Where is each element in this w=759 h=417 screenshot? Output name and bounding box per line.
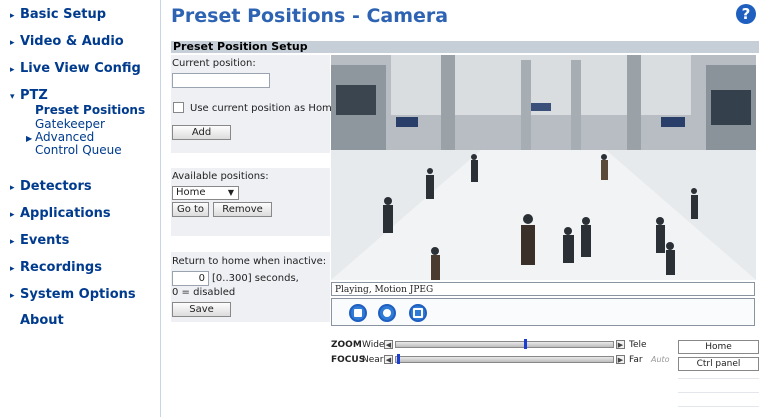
focus-min-label: Near [362,355,384,365]
ctrl-panel-button[interactable]: Ctrl panel [678,357,759,371]
fullscreen-icon[interactable] [409,304,427,322]
nav-preset-positions[interactable]: Preset Positions [35,104,145,117]
nav-live-view-config[interactable]: ▸ Live View Config [10,61,141,76]
chevron-right-icon: ▸ [10,210,15,220]
nav-about[interactable]: About [10,313,64,328]
return-home-input[interactable]: 0 [172,271,209,286]
nav-label: Applications [20,206,111,221]
nav-system-options[interactable]: ▸ System Options [10,287,136,302]
go-to-button[interactable]: Go to [172,202,209,217]
chevron-right-icon: ▸ [10,11,15,21]
chevron-right-icon: ▸ [10,65,15,75]
zoom-slider[interactable] [395,341,614,348]
home-button[interactable]: Home [678,340,759,354]
nav-label: Video & Audio [20,34,124,49]
chevron-down-icon: ▼ [227,188,234,197]
add-button[interactable]: Add [172,125,231,140]
nav-video-audio[interactable]: ▸ Video & Audio [10,34,124,49]
nav-recordings[interactable]: ▸ Recordings [10,260,102,275]
nav-label: Recordings [20,260,102,275]
focus-slider[interactable] [395,356,614,363]
nav-label: PTZ [20,88,48,103]
use-home-label: Use current position as Home [190,103,338,114]
remove-button[interactable]: Remove [213,202,272,217]
nav-label: Basic Setup [20,7,107,22]
return-home-range: [0..300] seconds, [212,273,299,284]
stop-icon[interactable] [349,304,367,322]
nav-label: System Options [20,287,136,302]
zoom-out-icon[interactable]: ◀ [384,340,393,349]
focus-near-icon[interactable]: ◀ [384,355,393,364]
focus-label: FOCUS [331,355,366,365]
video-stream[interactable] [331,55,756,280]
focus-thumb[interactable] [397,354,400,364]
save-button[interactable]: Save [172,302,231,317]
focus-far-icon[interactable]: ▶ [616,355,625,364]
nav-applications[interactable]: ▸ Applications [10,206,111,221]
snapshot-icon[interactable] [378,304,396,322]
chevron-right-icon: ▸ [10,183,15,193]
nav-basic-setup[interactable]: ▸ Basic Setup [10,7,106,22]
nav-label: Detectors [20,179,92,194]
nav-control-queue[interactable]: Control Queue [35,144,122,157]
focus-max-label: Far [629,355,643,365]
sidebar: ▸ Basic Setup ▸ Video & Audio ▸ Live View C… [0,0,161,417]
nav-label: Advanced [35,130,95,144]
nav-detectors[interactable]: ▸ Detectors [10,179,92,194]
nav-ptz[interactable]: ▾ PTZ [10,88,48,103]
zoom-min-label: Wide [362,340,385,350]
focus-auto-label[interactable]: Auto [651,355,670,364]
current-position-input[interactable] [172,73,270,88]
chevron-down-icon: ▾ [10,92,15,102]
chevron-right-icon: ▸ [10,38,15,48]
chevron-right-icon: ▸ [10,264,15,274]
available-positions-select[interactable]: Home ▼ [172,186,239,200]
divider [678,406,759,407]
nav-label: About [20,313,64,328]
chevron-right-icon: ▸ [10,237,15,247]
chevron-right-icon: ▶ [26,134,33,143]
return-home-label: Return to home when inactive: [172,256,327,267]
stream-status: Playing, Motion JPEG [331,282,755,296]
nav-events[interactable]: ▸ Events [10,233,69,248]
camera-image [331,55,756,280]
divider [678,392,759,393]
section-title: Preset Position Setup [173,40,308,53]
select-value: Home [176,187,206,198]
zoom-in-icon[interactable]: ▶ [616,340,625,349]
divider [678,378,759,379]
help-icon[interactable]: ? [736,4,756,24]
available-positions-label: Available positions: [172,171,269,182]
zoom-max-label: Tele [629,340,647,350]
zoom-thumb[interactable] [524,339,528,349]
disabled-note: 0 = disabled [172,287,236,298]
use-home-checkbox[interactable] [173,102,184,113]
nav-label: Live View Config [20,61,141,76]
chevron-right-icon: ▸ [10,291,15,301]
current-position-label: Current position: [172,58,256,69]
zoom-label: ZOOM [331,340,362,350]
video-controls [331,298,755,326]
nav-label: Events [20,233,70,248]
page-title: Preset Positions - Camera [171,5,449,27]
